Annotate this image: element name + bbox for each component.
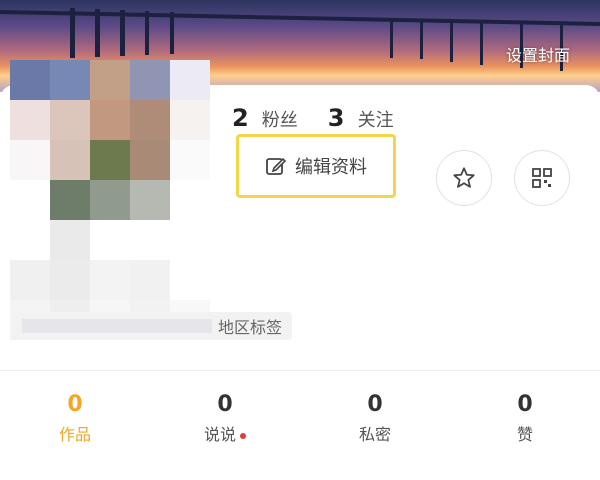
blurred-text: [22, 319, 212, 333]
tab-private-count: 0: [367, 392, 383, 417]
tab-likes[interactable]: 0 赞: [450, 392, 600, 445]
tab-posts[interactable]: 0 说说: [150, 392, 300, 445]
edit-icon: [266, 157, 287, 175]
stats-row: 2 粉丝 3 关注: [232, 104, 394, 132]
region-tag[interactable]: 地区标签: [12, 312, 293, 340]
qrcode-icon: [532, 168, 552, 188]
tab-posts-label: 说说: [203, 425, 236, 444]
followers-count: 2: [232, 104, 249, 132]
tab-likes-count: 0: [517, 392, 533, 417]
following-label: 关注: [357, 110, 394, 131]
edit-profile-button[interactable]: 编辑资料: [236, 134, 396, 198]
region-tag-label: 地区标签: [218, 318, 283, 337]
tab-private[interactable]: 0 私密: [300, 392, 450, 445]
following-count: 3: [327, 104, 345, 132]
following-stat[interactable]: 3 关注: [328, 104, 394, 132]
followers-stat[interactable]: 2 粉丝: [232, 104, 298, 132]
tab-works[interactable]: 0 作品: [0, 392, 150, 445]
followers-label: 粉丝: [261, 110, 298, 131]
qrcode-button[interactable]: [514, 150, 570, 206]
tab-works-count: 0: [67, 392, 83, 417]
tab-works-label: 作品: [58, 425, 91, 444]
tab-likes-label: 赞: [516, 425, 533, 444]
edit-profile-label: 编辑资料: [295, 157, 367, 178]
tab-private-label: 私密: [358, 425, 391, 444]
content-tabs: 0 作品 0 说说 0 私密 0 赞: [0, 392, 600, 445]
divider: [0, 370, 600, 371]
set-cover-button[interactable]: 设置封面: [506, 42, 570, 66]
favorite-button[interactable]: [436, 150, 492, 206]
notification-dot: [240, 432, 246, 439]
tab-posts-count: 0: [217, 392, 233, 417]
star-icon: [453, 167, 475, 188]
avatar[interactable]: [10, 60, 215, 340]
